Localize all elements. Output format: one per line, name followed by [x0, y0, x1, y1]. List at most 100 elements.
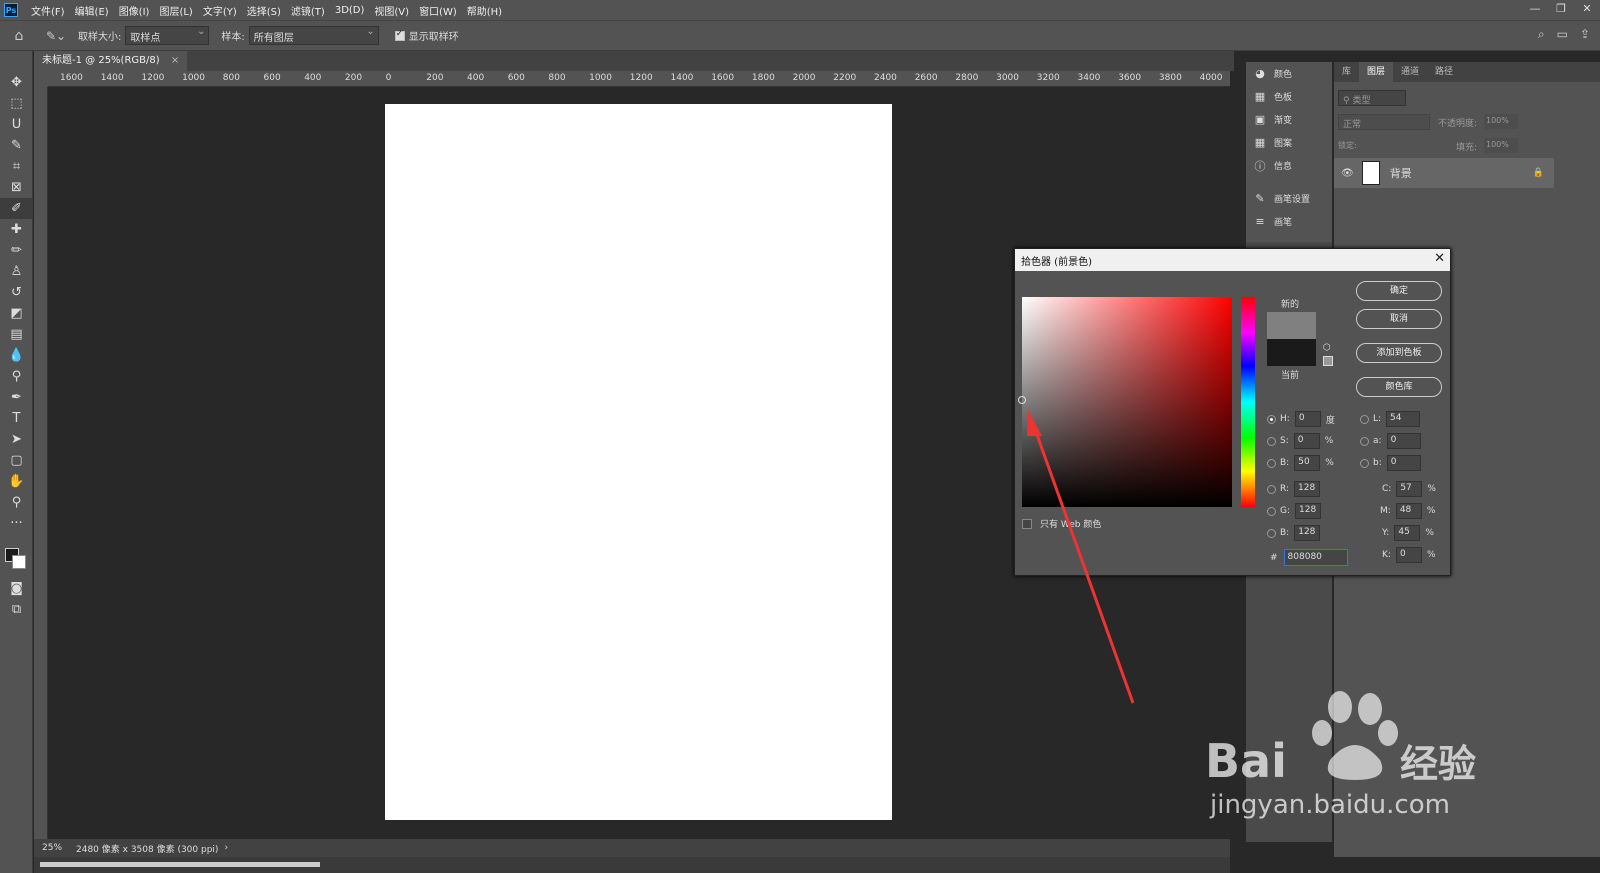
hue-slider[interactable] — [1241, 297, 1255, 507]
panel-info[interactable]: ⓘ 信息 — [1246, 154, 1332, 177]
web-safe-swatch[interactable] — [1323, 356, 1333, 366]
tab-channels[interactable]: 通道 — [1393, 62, 1427, 82]
document-tab[interactable]: 未标题-1 @ 25%(RGB/8) × — [34, 51, 188, 71]
ok-button[interactable]: 确定 — [1356, 281, 1442, 301]
brush-tool-icon[interactable]: ✏ — [0, 240, 33, 261]
menu-image[interactable]: 图像(I) — [114, 3, 155, 18]
zoom-tool-icon[interactable]: ⚲ — [0, 492, 33, 513]
panel-swatches[interactable]: ▦ 色板 — [1246, 85, 1332, 108]
eyedropper-preset-icon[interactable]: ✎⌄ — [38, 29, 74, 43]
close-tab-icon[interactable]: × — [171, 55, 179, 66]
panel-color[interactable]: ◕ 颜色 — [1246, 62, 1332, 85]
r-input[interactable]: 128 — [1294, 481, 1321, 497]
more-tools-icon[interactable]: ··· — [0, 513, 33, 534]
sample-size-select[interactable]: 取样点 — [125, 26, 210, 45]
opacity-input[interactable]: 100% — [1484, 114, 1518, 129]
cancel-button[interactable]: 取消 — [1356, 309, 1442, 329]
close-icon[interactable]: ✕ — [1434, 251, 1445, 266]
show-ring-checkbox[interactable] — [394, 29, 405, 41]
s-input[interactable]: 0 — [1293, 433, 1320, 449]
r-radio[interactable] — [1267, 484, 1276, 494]
web-only-row[interactable]: 只有 Web 颜色 — [1022, 517, 1101, 530]
sample-select[interactable]: 所有图层 — [248, 26, 379, 45]
tab-layers[interactable]: 图层 — [1359, 62, 1394, 82]
color-marker[interactable] — [1018, 396, 1026, 404]
saturation-brightness-field[interactable] — [1018, 297, 1232, 507]
dodge-tool-icon[interactable]: ⚲ — [0, 366, 33, 387]
s-radio[interactable] — [1267, 436, 1276, 446]
crop-tool-icon[interactable]: ⌗ — [0, 156, 33, 177]
k-input[interactable]: 0 — [1395, 547, 1422, 563]
h-radio[interactable] — [1267, 414, 1276, 424]
lasso-tool-icon[interactable]: ᑌ — [0, 114, 33, 135]
panel-brushes[interactable]: ≡ 画笔 — [1246, 210, 1332, 233]
lab-b-radio[interactable] — [1360, 458, 1369, 468]
frame-tool-icon[interactable]: ⊠ — [0, 177, 33, 198]
status-arrow-icon[interactable]: › — [224, 843, 228, 853]
path-select-tool-icon[interactable]: ➤ — [0, 429, 33, 450]
close-window-button[interactable]: ✕ — [1574, 0, 1600, 20]
l-input[interactable]: 54 — [1386, 411, 1421, 427]
visibility-eye-icon[interactable]: 👁 — [1341, 168, 1354, 179]
type-tool-icon[interactable]: T — [0, 408, 33, 429]
tab-paths[interactable]: 路径 — [1427, 62, 1461, 82]
horizontal-scrollbar[interactable] — [34, 857, 1230, 873]
fill-input[interactable]: 100% — [1484, 138, 1518, 153]
history-brush-tool-icon[interactable]: ↺ — [0, 282, 33, 303]
color-libraries-button[interactable]: 颜色库 — [1356, 377, 1442, 397]
m-input[interactable]: 48 — [1395, 503, 1422, 519]
minimize-button[interactable]: — — [1522, 0, 1548, 20]
document-canvas[interactable] — [385, 104, 892, 820]
panel-brush-settings[interactable]: ✎ 画笔设置 — [1246, 187, 1332, 210]
workspace-icon[interactable]: ▭ — [1557, 27, 1568, 42]
share-icon[interactable]: ⇪ — [1580, 27, 1590, 42]
y-input[interactable]: 45 — [1394, 525, 1421, 541]
hand-tool-icon[interactable]: ✋ — [0, 471, 33, 492]
b-input[interactable]: 50 — [1294, 455, 1321, 471]
menu-filter[interactable]: 滤镜(T) — [286, 3, 330, 18]
gamut-cube-icon[interactable]: ⬡ — [1323, 343, 1331, 353]
tab-libraries[interactable]: 库 — [1334, 62, 1359, 82]
quick-select-tool-icon[interactable]: ✎ — [0, 135, 33, 156]
menu-view[interactable]: 视图(V) — [369, 3, 414, 18]
pen-tool-icon[interactable]: ✒ — [0, 387, 33, 408]
web-only-checkbox[interactable] — [1022, 518, 1032, 529]
add-to-swatches-button[interactable]: 添加到色板 — [1356, 343, 1442, 363]
c-input[interactable]: 57 — [1396, 481, 1423, 497]
menu-edit[interactable]: 编辑(E) — [70, 3, 114, 18]
layer-row[interactable]: 👁 背景 🔒 — [1334, 158, 1554, 188]
menu-select[interactable]: 选择(S) — [242, 3, 286, 18]
hex-input[interactable]: 808080 — [1283, 549, 1348, 566]
menu-layer[interactable]: 图层(L) — [154, 3, 197, 18]
g-radio[interactable] — [1267, 506, 1276, 516]
b-radio[interactable] — [1267, 458, 1276, 468]
lab-b-input[interactable]: 0 — [1386, 455, 1421, 471]
g-input[interactable]: 128 — [1295, 503, 1322, 519]
move-tool-icon[interactable]: ✥ — [0, 72, 33, 93]
rgb-b-input[interactable]: 128 — [1294, 525, 1321, 541]
restore-button[interactable]: ❐ — [1548, 0, 1574, 20]
a-radio[interactable] — [1360, 436, 1369, 446]
background-color-swatch[interactable] — [12, 555, 26, 569]
quick-mask-icon[interactable]: ◙ — [0, 578, 33, 599]
stamp-tool-icon[interactable]: ♙ — [0, 261, 33, 282]
blur-tool-icon[interactable]: 💧 — [0, 345, 33, 366]
scrollbar-thumb[interactable] — [40, 862, 320, 867]
menu-help[interactable]: 帮助(H) — [462, 3, 507, 18]
marquee-tool-icon[interactable]: ⬚ — [0, 93, 33, 114]
healing-tool-icon[interactable]: ✚ — [0, 219, 33, 240]
menu-window[interactable]: 窗口(W) — [414, 3, 462, 18]
panel-patterns[interactable]: ▦ 图案 — [1246, 131, 1332, 154]
layer-filter-input[interactable]: ⚲ 类型 — [1338, 90, 1406, 106]
search-icon[interactable]: ⌕ — [1538, 27, 1545, 42]
eyedropper-tool-icon[interactable]: ✐ — [0, 198, 33, 219]
eraser-tool-icon[interactable]: ◩ — [0, 303, 33, 324]
home-icon[interactable]: ⌂ — [0, 28, 38, 44]
menu-file[interactable]: 文件(F) — [26, 3, 70, 18]
zoom-level[interactable]: 25% — [42, 843, 76, 853]
blend-mode-select[interactable]: 正常 — [1338, 114, 1430, 130]
color-swatches[interactable] — [0, 534, 32, 578]
screen-mode-icon[interactable]: ⧉ — [0, 599, 33, 620]
h-input[interactable]: 0 — [1294, 411, 1321, 427]
a-input[interactable]: 0 — [1386, 433, 1421, 449]
